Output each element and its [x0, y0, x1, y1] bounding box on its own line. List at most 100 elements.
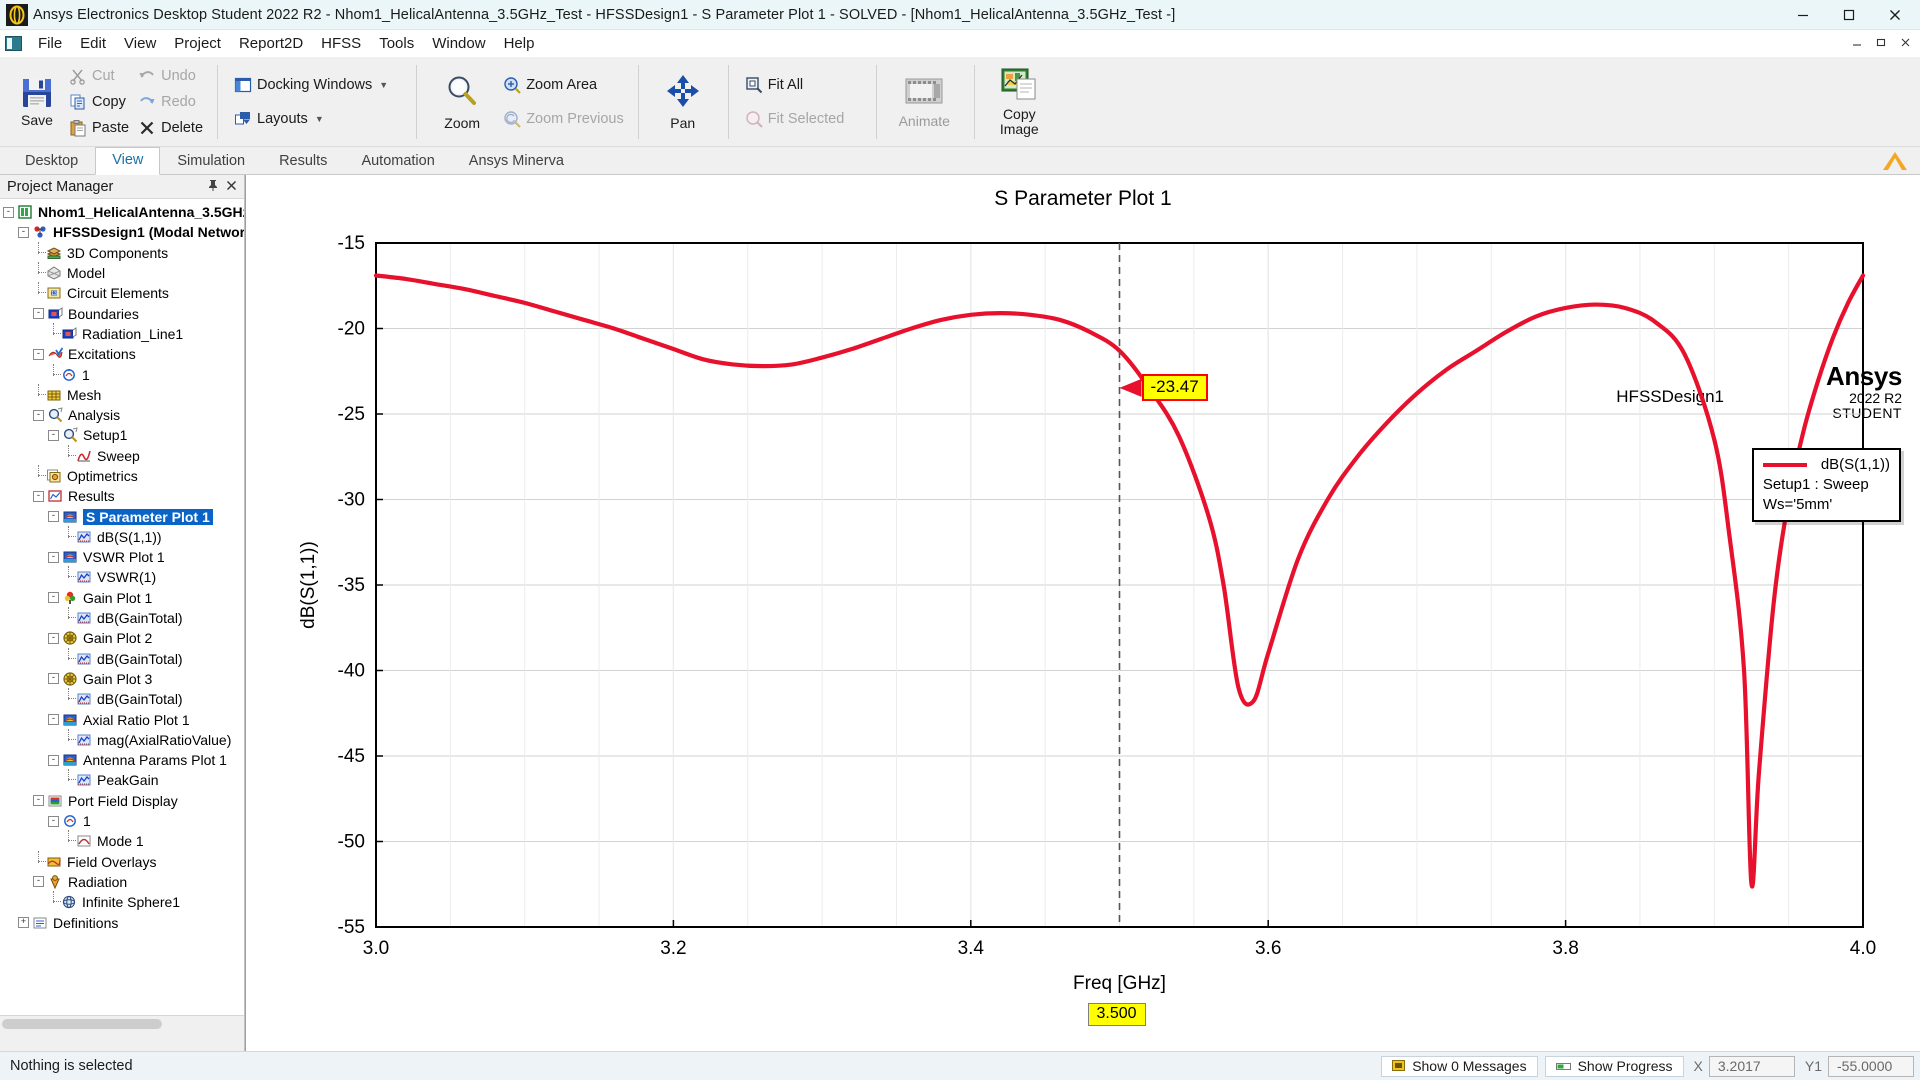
zoom-area-button[interactable]: Zoom Area [500, 73, 630, 97]
collapse-toggle-icon[interactable]: - [48, 673, 59, 685]
close-icon[interactable] [222, 179, 240, 194]
mdi-close-button[interactable] [1894, 31, 1916, 53]
tree-item[interactable]: dB(GainTotal) [0, 607, 244, 628]
tree-item[interactable]: Radiation_Line1 [0, 322, 244, 344]
show-messages-button[interactable]: Show 0 Messages [1381, 1055, 1538, 1077]
collapse-toggle-icon[interactable]: - [33, 308, 44, 320]
zoom-button[interactable]: Zoom [430, 73, 494, 131]
y-coordinate-value[interactable]: -55.0000 [1828, 1055, 1914, 1077]
tree-item[interactable]: dB(GainTotal) [0, 688, 244, 709]
tree-item[interactable]: - Axial Ratio Plot 1 [0, 709, 244, 729]
tree-item[interactable]: - Gain Plot 1 [0, 588, 244, 608]
x-axis-marker-label[interactable]: 3.500 [1087, 1003, 1146, 1026]
delete-button[interactable]: Delete [135, 116, 209, 140]
tree-item[interactable]: mag(AxialRatioValue) [0, 728, 244, 750]
tree-item[interactable]: - Analysis [0, 405, 244, 425]
collapse-toggle-icon[interactable]: - [48, 632, 59, 644]
collapse-toggle-icon[interactable]: - [33, 348, 44, 360]
cut-button[interactable]: Cut [66, 64, 135, 88]
tree-item[interactable]: - Boundaries [0, 303, 244, 323]
data-marker-label[interactable]: -23.47 [1141, 373, 1208, 401]
tree-item[interactable]: - Gain Plot 2 [0, 628, 244, 648]
tree-item[interactable]: - Nhom1_HelicalAntenna_3.5GHz_ [0, 202, 244, 222]
tree-item[interactable]: - Gain Plot 3 [0, 669, 244, 689]
tab-simulation[interactable]: Simulation [160, 148, 262, 175]
tree-item[interactable]: - Port Field Display [0, 791, 244, 811]
collapse-toggle-icon[interactable]: - [48, 714, 59, 726]
collapse-toggle-icon[interactable]: - [33, 490, 44, 502]
copy-button[interactable]: Copy [66, 90, 135, 114]
tab-view[interactable]: View [95, 147, 161, 175]
undo-button[interactable]: Undo [135, 64, 209, 88]
chevron-down-icon[interactable]: ▼ [315, 114, 324, 124]
tree-item[interactable]: - Setup1 [0, 425, 244, 445]
maximize-button[interactable] [1826, 0, 1872, 30]
animate-button[interactable]: Animate [890, 75, 958, 129]
layouts-button[interactable]: Layouts ▼ [231, 107, 394, 131]
chevron-down-icon[interactable]: ▼ [379, 80, 388, 90]
tab-results[interactable]: Results [262, 148, 344, 175]
collapse-toggle-icon[interactable]: - [33, 876, 44, 888]
collapse-toggle-icon[interactable]: - [3, 206, 14, 218]
tree-item[interactable]: - Radiation [0, 872, 244, 892]
tree-item[interactable]: VSWR(1) [0, 566, 244, 587]
close-button[interactable] [1872, 0, 1918, 30]
menu-project[interactable]: Project [165, 32, 230, 55]
tree-item[interactable]: PeakGain [0, 769, 244, 790]
pan-button[interactable]: Pan [654, 73, 712, 131]
tab-automation[interactable]: Automation [344, 148, 451, 175]
menu-tools[interactable]: Tools [370, 32, 423, 55]
s-parameter-plot-panel[interactable]: S Parameter Plot 1 HFSSDesign1 Ansys 202… [245, 175, 1920, 1051]
tree-item[interactable]: Mode 1 [0, 830, 244, 851]
collapse-toggle-icon[interactable]: - [48, 815, 59, 827]
tab-desktop[interactable]: Desktop [8, 148, 95, 175]
collapse-toggle-icon[interactable]: - [48, 429, 59, 441]
collapse-toggle-icon[interactable]: - [33, 795, 44, 807]
menu-view[interactable]: View [115, 32, 165, 55]
collapse-toggle-icon[interactable]: - [18, 226, 29, 238]
fit-selected-button[interactable]: Fit Selected [742, 107, 851, 131]
tree-item[interactable]: 1 [0, 363, 244, 384]
tree-item[interactable]: dB(GainTotal) [0, 647, 244, 669]
tree-item[interactable]: -1 [0, 811, 244, 831]
pin-icon[interactable] [204, 179, 222, 194]
tree-item[interactable]: Optimetrics [0, 465, 244, 486]
tree-item[interactable]: - HFSSDesign1 (Modal Network) [0, 222, 244, 242]
menu-edit[interactable]: Edit [71, 32, 115, 55]
fit-all-button[interactable]: Fit All [742, 73, 851, 97]
collapse-toggle-icon[interactable]: - [48, 754, 59, 766]
tree-item[interactable]: 13 Circuit Elements [0, 282, 244, 303]
docking-windows-button[interactable]: Docking Windows ▼ [231, 73, 394, 97]
scrollbar-thumb[interactable] [2, 1019, 162, 1029]
project-tree[interactable]: - Nhom1_HelicalAntenna_3.5GHz_ - HFSSDesign… [0, 199, 244, 1015]
menu-help[interactable]: Help [495, 32, 544, 55]
tree-item[interactable]: 3D Components [0, 241, 244, 263]
x-coordinate-value[interactable]: 3.2017 [1708, 1055, 1795, 1077]
tree-item[interactable]: - Excitations [0, 344, 244, 364]
menu-window[interactable]: Window [423, 32, 494, 55]
menu-hfss[interactable]: HFSS [312, 32, 370, 55]
tree-item[interactable]: + Definitions [0, 912, 244, 932]
tree-item[interactable]: - VSWR Plot 1 [0, 547, 244, 567]
tree-item[interactable]: - S Parameter Plot 1 [0, 506, 244, 526]
chart-canvas[interactable]: -15 -20 -25 -30 -35 -40 -45 -50 -553.0 3.2 3.4 3.6 3… [246, 175, 1918, 1055]
plot-legend[interactable]: dB(S(1,1)) Setup1 : Sweep Ws='5mm' [1751, 448, 1901, 523]
tree-item[interactable]: Mesh [0, 383, 244, 405]
minimize-button[interactable] [1780, 0, 1826, 30]
show-progress-button[interactable]: Show Progress [1544, 1055, 1684, 1077]
paste-button[interactable]: Paste [66, 116, 135, 140]
tree-item[interactable]: Infinite Sphere1 [0, 891, 244, 912]
collapse-toggle-icon[interactable]: - [48, 592, 59, 604]
tab-ansys-minerva[interactable]: Ansys Minerva [452, 148, 581, 175]
collapse-toggle-icon[interactable]: - [48, 511, 59, 523]
mdi-minimize-button[interactable] [1846, 31, 1868, 53]
collapse-toggle-icon[interactable]: - [33, 409, 44, 421]
tree-item[interactable]: Model [0, 262, 244, 283]
tree-item[interactable]: dB(S(1,1)) [0, 525, 244, 547]
tree-item[interactable]: - Results [0, 486, 244, 506]
menu-file[interactable]: File [29, 32, 71, 55]
zoom-previous-button[interactable]: Zoom Previous [500, 107, 630, 131]
tree-item[interactable]: Field Overlays [0, 850, 244, 872]
copy-image-button[interactable]: Copy Image [988, 67, 1050, 136]
tree-item[interactable]: Sweep [0, 444, 244, 466]
